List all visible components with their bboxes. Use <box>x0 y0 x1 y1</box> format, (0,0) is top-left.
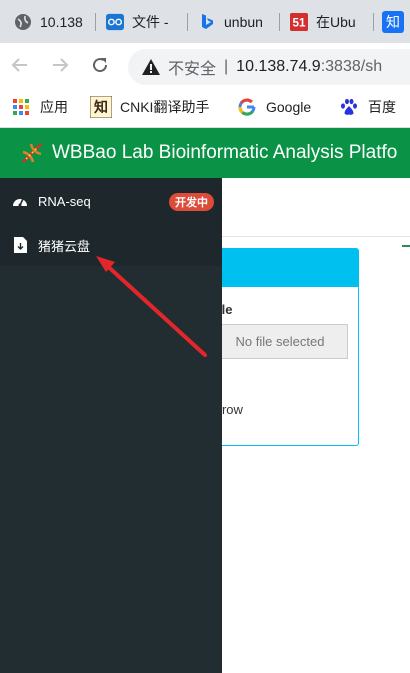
bookmark-label: 应用 <box>40 99 68 115</box>
arrow-left-icon <box>11 58 27 72</box>
bookmarks-bar: 应用 知 CNKI翻译助手 Google 百度 <box>0 89 410 128</box>
sidebar: RNA-seq 开发中 猪猪云盘 <box>0 178 222 673</box>
url-path: :3838/sh <box>320 58 383 75</box>
nextcloud-icon <box>106 13 124 31</box>
app-title: WBBao Lab Bioinformatic Analysis Platfo <box>52 142 398 163</box>
browser-tab-4[interactable]: 51 在Ubu <box>290 8 366 36</box>
arrow-right-icon <box>53 58 69 72</box>
bookmark-apps[interactable]: 应用 <box>12 95 68 119</box>
forward-button[interactable] <box>48 53 72 77</box>
tab-separator <box>95 13 96 31</box>
tab-separator <box>279 13 280 31</box>
bookmark-baidu[interactable]: 百度 <box>340 95 396 119</box>
google-icon <box>238 98 256 116</box>
tab-label: 在Ubu <box>316 14 356 30</box>
bookmark-label: CNKI翻译助手 <box>120 99 210 115</box>
warning-icon[interactable] <box>142 58 160 76</box>
tab-divider <box>222 236 410 237</box>
dna-icon <box>21 142 43 164</box>
bookmark-google[interactable]: Google <box>238 95 311 119</box>
dashboard-icon <box>12 193 28 209</box>
back-button[interactable] <box>8 53 32 77</box>
browser-tab-5[interactable]: 知 <box>382 8 410 36</box>
sidebar-item-cloud-drive[interactable]: 猪猪云盘 <box>0 224 222 266</box>
address-bar[interactable]: 不安全 | 10.138.74.9:3838/sh <box>128 49 410 85</box>
cnki-icon: 知 <box>90 96 112 118</box>
tab-separator <box>373 13 374 31</box>
sidebar-item-label: 猪猪云盘 <box>38 238 91 254</box>
sidebar-item-rna-seq[interactable]: RNA-seq 开发中 <box>0 178 222 224</box>
globe-icon <box>14 13 32 31</box>
bookmark-cnki[interactable]: 知 CNKI翻译助手 <box>90 95 209 119</box>
browser-tab-strip: 10.138 文件 - unbun 51 在Ubu 知 <box>0 0 410 43</box>
address-separator: | <box>224 58 229 75</box>
51cto-icon: 51 <box>290 13 308 31</box>
apps-grid-icon <box>12 98 30 116</box>
insecure-label: 不安全 <box>168 61 217 78</box>
browser-tab-1[interactable]: 10.138 <box>14 8 89 36</box>
app-header: WBBao Lab Bioinformatic Analysis Platfo <box>0 128 410 178</box>
tab-label: 知 <box>386 14 400 30</box>
browser-tab-2[interactable]: 文件 - <box>106 8 182 36</box>
file-name-field[interactable]: No file selected <box>212 324 348 359</box>
baidu-icon <box>340 98 358 116</box>
active-tab-indicator <box>402 245 410 247</box>
reload-icon <box>93 58 108 73</box>
tab-label: 10.138 <box>40 14 83 30</box>
tab-label: unbun <box>224 14 263 30</box>
sidebar-item-label: RNA-seq <box>38 193 91 209</box>
svg-text:51: 51 <box>292 17 306 30</box>
bing-icon <box>198 13 216 31</box>
browser-tab-3[interactable]: unbun <box>198 8 270 36</box>
zhihu-icon: 知 <box>382 11 404 33</box>
browser-toolbar: 不安全 | 10.138.74.9:3838/sh <box>0 43 410 89</box>
upload-box-header <box>201 249 358 287</box>
bookmark-label: Google <box>266 99 312 115</box>
url-host: 10.138.74.9 <box>236 58 321 75</box>
bookmark-label: 百度 <box>368 99 396 115</box>
reload-button[interactable] <box>88 53 112 77</box>
status-badge: 开发中 <box>169 193 214 211</box>
svg-text:知: 知 <box>94 99 108 116</box>
tab-label: 文件 - <box>132 14 169 30</box>
tab-separator <box>187 13 188 31</box>
file-icon <box>12 237 28 253</box>
